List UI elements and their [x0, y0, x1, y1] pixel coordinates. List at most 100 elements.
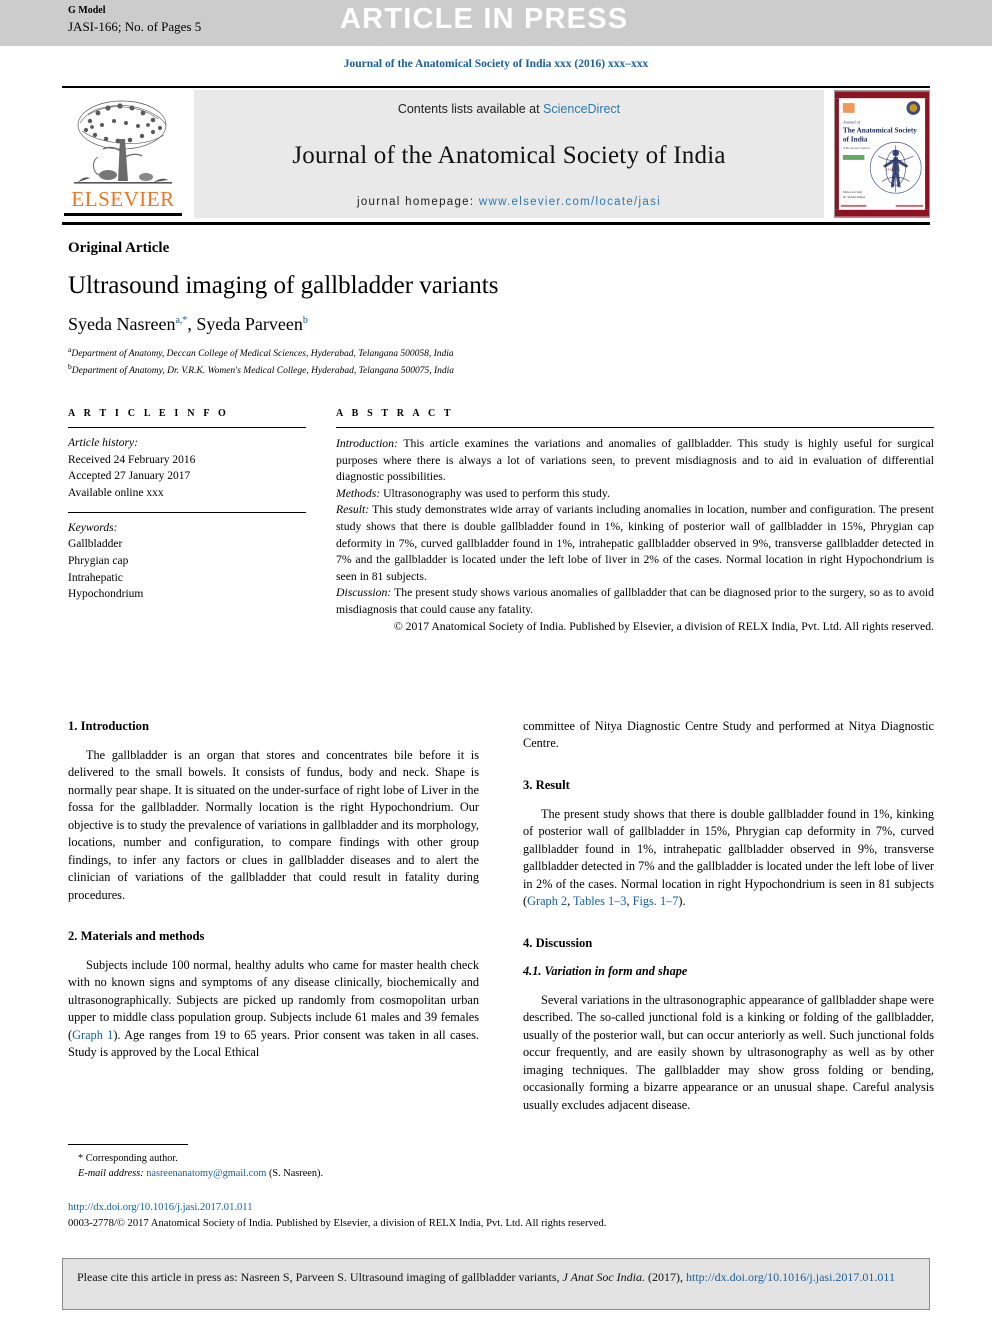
citation-doi-link[interactable]: http://dx.doi.org/10.1016/j.jasi.2017.01… [686, 1270, 895, 1284]
abstract-introduction-text: This article examines the variations and… [336, 437, 934, 484]
title-block: Original Article Ultrasound imaging of g… [68, 240, 668, 379]
abstract-body: Introduction: This article examines the … [336, 436, 934, 635]
manuscript-identifier-block: G Model JASI-166; No. of Pages 5 [68, 5, 201, 35]
sciencedirect-link[interactable]: ScienceDirect [543, 102, 620, 116]
tables-1-3-reference-link[interactable]: Tables 1–3 [573, 894, 626, 908]
affiliation-a-text: Department of Anatomy, Deccan College of… [71, 349, 454, 360]
affiliations-block: aDepartment of Anatomy, Deccan College o… [68, 344, 668, 379]
info-abstract-region: A R T I C L E I N F O Article history: R… [68, 408, 934, 635]
corresponding-author-label: Corresponding author. [83, 1153, 178, 1164]
citation-journal-abbrev: J Anat Soc India. [562, 1270, 645, 1284]
keywords-label: Keywords: [68, 521, 118, 534]
abstract-result-text: This study demonstrates wide array of va… [336, 503, 934, 583]
keyword-item: Phrygian cap [68, 555, 129, 568]
introduction-paragraph: The gallbladder is an organ that stores … [68, 747, 479, 902]
keyword-item: Gallbladder [68, 538, 123, 551]
section-heading-discussion: 4. Discussion [523, 935, 593, 950]
methods-paragraph: Subjects include 100 normal, healthy adu… [68, 957, 479, 1062]
abstract-methods: Methods: Ultrasonography was used to per… [336, 486, 934, 503]
corresponding-author-line: * Corresponding author. [68, 1151, 479, 1166]
article-in-press-label: ARTICLE IN PRESS [340, 3, 629, 35]
section-heading-introduction: 1. Introduction [68, 719, 149, 733]
homepage-prefix: journal homepage: [357, 196, 479, 208]
masthead-bottom-rule [62, 222, 930, 225]
methods-continuation-paragraph: committee of Nitya Diagnostic Centre Stu… [523, 719, 934, 751]
journal-cover-thumbnail: Journal of The Anatomical Society of Ind… [834, 90, 930, 218]
result-paragraph: The present study shows that there is do… [523, 806, 934, 911]
page-title: Ultrasound imaging of gallbladder varian… [68, 272, 499, 299]
elsevier-logo: ELSEVIER [62, 90, 184, 218]
article-doi-link[interactable]: http://dx.doi.org/10.1016/j.jasi.2017.01… [68, 1200, 934, 1216]
abstract-rule-top [336, 427, 934, 428]
svg-text:JASI: JASI [886, 168, 894, 172]
footnote-separator-rule [68, 1144, 188, 1145]
corresponding-author-footnote: * Corresponding author. E-mail address: … [68, 1144, 479, 1182]
g-model-label: G Model [68, 5, 106, 16]
article-info-column: A R T I C L E I N F O Article history: R… [68, 408, 306, 635]
elsevier-tree-icon [74, 100, 172, 184]
article-received-date: Received 24 February 2016 [68, 453, 196, 466]
homepage-url-link[interactable]: www.elsevier.com/locate/jasi [479, 196, 661, 208]
abstract-column: A B S T R A C T Introduction: This artic… [336, 408, 934, 635]
author-email-link[interactable]: nasreenanatomy@gmail.com [146, 1168, 266, 1179]
abstract-discussion-text: The present study shows various anomalie… [336, 586, 934, 617]
svg-text:The Anatomical Society: The Anatomical Society [843, 125, 917, 134]
manuscript-id-label: JASI-166; No. of Pages 5 [68, 18, 202, 34]
contents-lists-line: Contents lists available at ScienceDirec… [398, 102, 620, 116]
section-heading-materials-methods: 2. Materials and methods [68, 928, 205, 943]
masthead-center-panel: Contents lists available at ScienceDirec… [194, 90, 824, 218]
abstract-result-label: Result: [336, 503, 370, 517]
article-type-label: Original Article [68, 240, 170, 256]
keyword-item: Intrahepatic [68, 571, 123, 584]
affiliation-a: aDepartment of Anatomy, Deccan College o… [68, 344, 668, 361]
citation-prefix-text: Please cite this article in press as: Na… [77, 1270, 563, 1284]
cover-artwork: Journal of The Anatomical Society of Ind… [835, 91, 929, 217]
affiliation-b-text: Department of Anatomy, Dr. V.R.K. Women'… [71, 366, 455, 377]
abstract-discussion: Discussion: The present study shows vari… [336, 585, 934, 618]
abstract-introduction-label: Introduction: [336, 437, 398, 450]
email-address-label: E-mail address: [78, 1168, 144, 1180]
doi-issn-block: http://dx.doi.org/10.1016/j.jasi.2017.01… [68, 1200, 934, 1232]
article-info-rule-top [68, 427, 306, 428]
svg-text:Dr. Shashi Raheja: Dr. Shashi Raheja [843, 195, 866, 199]
section-heading-result: 3. Result [523, 777, 570, 792]
citation-footer-box: Please cite this article in press as: Na… [62, 1258, 930, 1310]
elsevier-underline [64, 213, 182, 216]
abstract-result: Result: This study demonstrates wide arr… [336, 502, 934, 585]
author-1-affiliation-marker[interactable]: a,* [175, 315, 187, 326]
abstract-methods-label: Methods: [336, 486, 381, 500]
body-column-right: committee of Nitya Diagnostic Centre Stu… [523, 718, 934, 1125]
author-2-affiliation-marker[interactable]: b [303, 315, 308, 326]
methods-text-part-2: ). Age ranges from 19 to 65 years. Prior… [68, 1027, 479, 1060]
svg-text:A Bi-annual Journal: A Bi-annual Journal [843, 146, 870, 150]
article-history-label: Article history: [68, 437, 138, 449]
article-accepted-date: Accepted 27 January 2017 [68, 470, 191, 483]
figures-1-7-reference-link[interactable]: Figs. 1–7 [633, 894, 679, 908]
masthead-top-rule [62, 86, 930, 88]
author-list: Syeda Nasreena,*, Syeda Parveenb [68, 314, 668, 335]
abstract-heading: A B S T R A C T [336, 408, 454, 419]
body-column-left: 1. Introduction The gallbladder is an or… [68, 718, 479, 1125]
journal-homepage-line: journal homepage: www.elsevier.com/locat… [357, 196, 661, 208]
result-text-part-1: The present study shows that there is do… [523, 806, 934, 909]
result-text-part-2: ). [678, 894, 686, 909]
citation-year: (2017), [644, 1270, 686, 1284]
discussion-paragraph: Several variations in the ultrasonograph… [523, 992, 934, 1112]
abstract-discussion-label: Discussion: [336, 586, 392, 600]
author-name-2: Syeda Parveen [196, 314, 303, 334]
article-history-block: Article history: Received 24 February 20… [68, 435, 306, 502]
graph-2-reference-link[interactable]: Graph 2 [527, 894, 567, 908]
graph-1-reference-link[interactable]: Graph 1 [72, 1028, 113, 1042]
journal-title: Journal of the Anatomical Society of Ind… [292, 142, 726, 169]
journal-running-head: Journal of the Anatomical Society of Ind… [343, 58, 649, 70]
elsevier-wordmark: ELSEVIER [71, 187, 175, 211]
svg-text:Editor-in-Chief: Editor-in-Chief [843, 190, 863, 194]
abstract-methods-text: Ultrasonography was used to perform this… [380, 486, 610, 500]
svg-text:Journal of: Journal of [843, 120, 861, 125]
issn-copyright-line: 0003-2778/© 2017 Anatomical Society of I… [68, 1217, 607, 1229]
email-address-line: E-mail address: nasreenanatomy@gmail.com… [68, 1166, 479, 1181]
svg-text:of India: of India [843, 134, 868, 143]
email-author-suffix: (S. Nasreen). [266, 1168, 324, 1180]
abstract-introduction: Introduction: This article examines the … [336, 436, 934, 486]
journal-masthead: ELSEVIER Contents lists available at Sci… [62, 86, 930, 225]
